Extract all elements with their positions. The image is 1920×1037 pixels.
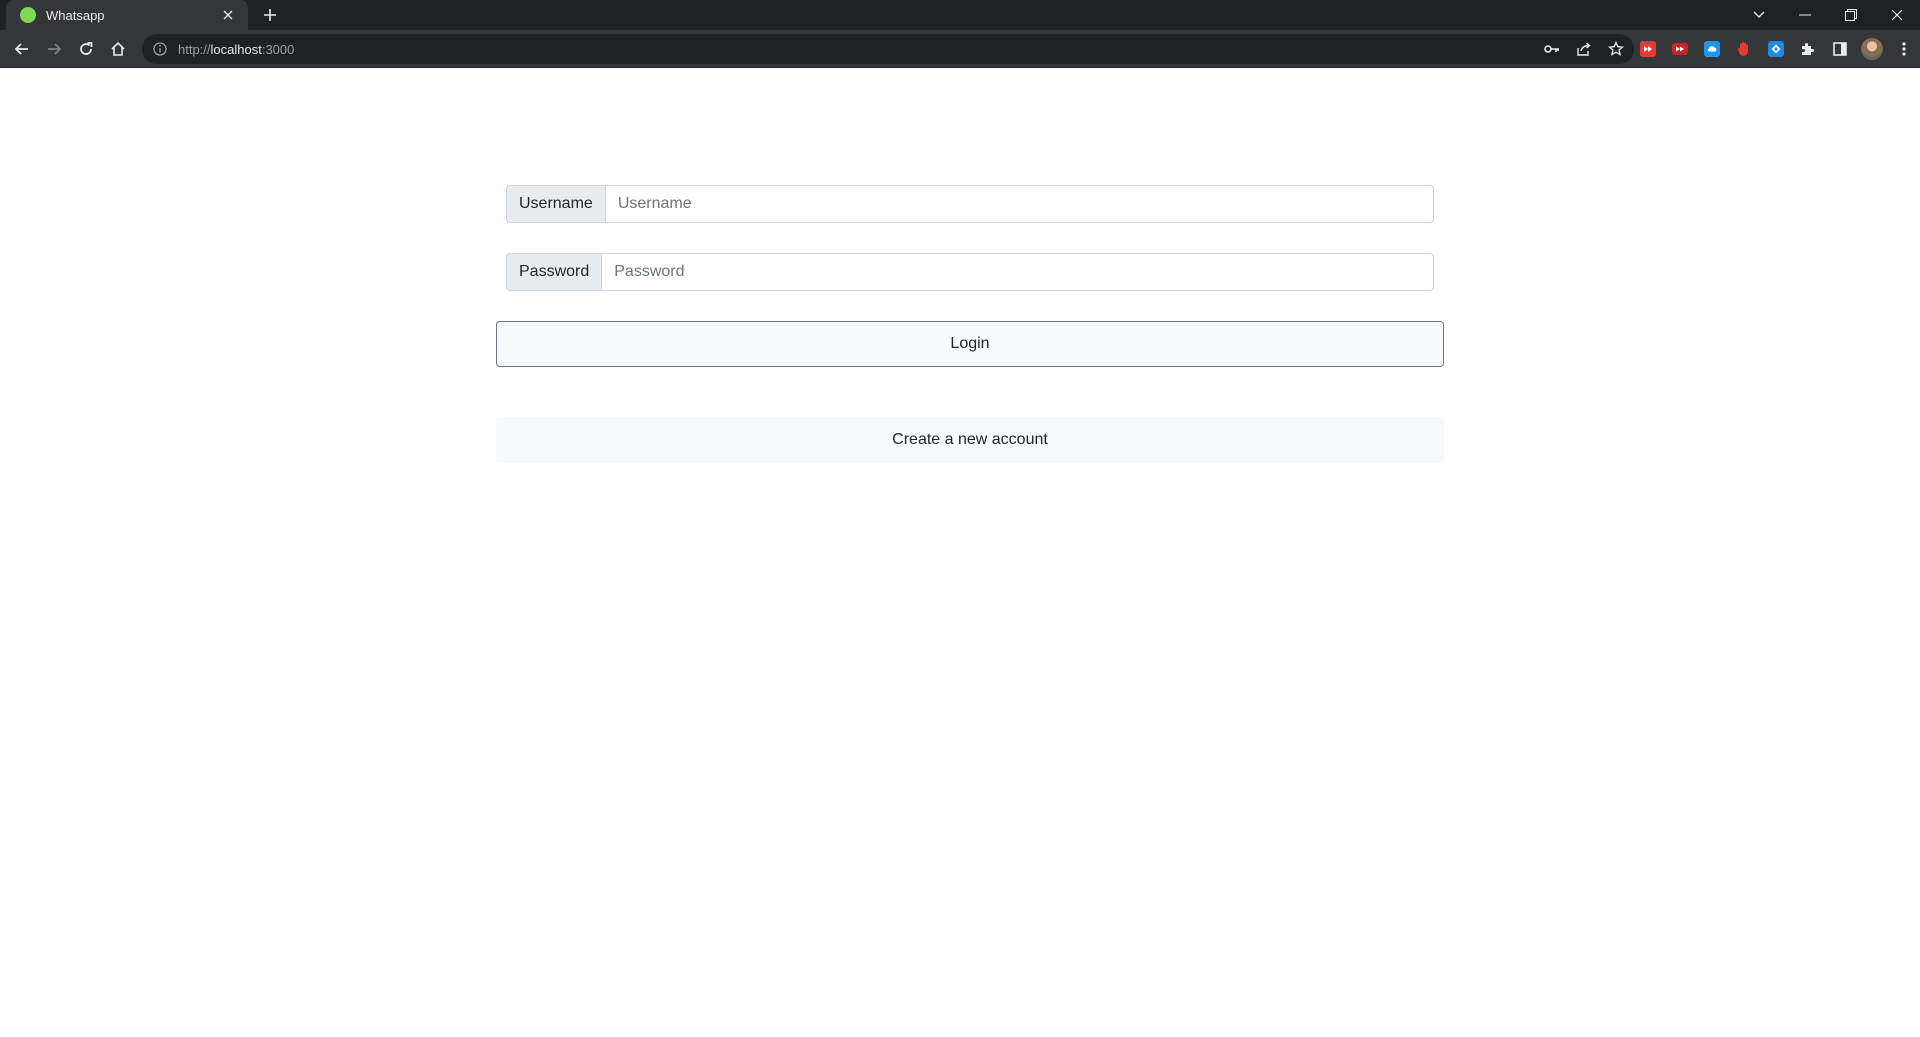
- reload-icon: [80, 42, 93, 55]
- password-label: Password: [506, 253, 602, 291]
- tab-favicon-icon: [20, 7, 36, 23]
- restore-button[interactable]: [1828, 0, 1874, 30]
- password-input[interactable]: [601, 253, 1434, 291]
- address-bar[interactable]: http://localhost:3000: [142, 34, 1634, 64]
- url-port: :3000: [261, 41, 295, 57]
- arrow-right-icon: [48, 43, 62, 55]
- browser-toolbar: http://localhost:3000: [0, 30, 1920, 68]
- home-icon: [111, 41, 125, 56]
- star-icon[interactable]: [1604, 37, 1628, 61]
- side-panel-icon: [1833, 42, 1847, 56]
- window-controls: [1736, 0, 1920, 30]
- forward-button[interactable]: [40, 35, 68, 63]
- username-input-group: Username: [506, 185, 1434, 223]
- reload-button[interactable]: [72, 35, 100, 63]
- browser-menu-button[interactable]: [1888, 35, 1920, 63]
- puzzle-icon: [1802, 43, 1814, 55]
- extensions-area: [1632, 35, 1920, 63]
- extensions-button[interactable]: [1792, 35, 1824, 63]
- restore-icon: [1845, 9, 1857, 21]
- page-content: Username Password Login Create a new acc…: [0, 68, 1920, 1037]
- extension-2-icon[interactable]: [1664, 35, 1696, 63]
- arrow-left-icon: [14, 43, 28, 55]
- close-icon: [1891, 9, 1903, 21]
- profile-button[interactable]: [1856, 35, 1888, 63]
- plus-icon: [264, 9, 276, 21]
- side-panel-button[interactable]: [1824, 35, 1856, 63]
- home-button[interactable]: [104, 35, 132, 63]
- share-icon[interactable]: [1572, 37, 1596, 61]
- info-icon[interactable]: [152, 41, 168, 57]
- close-tab-icon[interactable]: [220, 7, 236, 23]
- extension-1-icon[interactable]: [1632, 35, 1664, 63]
- password-input-group: Password: [506, 253, 1434, 291]
- username-label: Username: [506, 185, 605, 223]
- chevron-down-icon: [1753, 11, 1765, 18]
- close-window-button[interactable]: [1874, 0, 1920, 30]
- url-host: localhost: [210, 41, 262, 57]
- url-scheme: http://: [178, 41, 211, 57]
- minimize-button[interactable]: [1782, 0, 1828, 30]
- back-button[interactable]: [8, 35, 36, 63]
- extension-4-icon[interactable]: [1728, 35, 1760, 63]
- tab-search-button[interactable]: [1736, 0, 1782, 30]
- url-text: http://localhost:3000: [178, 42, 294, 57]
- browser-tabstrip: Whatsapp: [0, 0, 1920, 30]
- login-button[interactable]: Login: [496, 321, 1444, 367]
- kebab-menu-icon: [1902, 42, 1906, 56]
- minimize-icon: [1799, 14, 1811, 16]
- username-input[interactable]: [604, 185, 1434, 223]
- key-icon[interactable]: [1540, 37, 1564, 61]
- new-tab-button[interactable]: [258, 4, 282, 26]
- tab-title: Whatsapp: [46, 7, 105, 23]
- create-account-link[interactable]: Create a new account: [496, 417, 1444, 463]
- avatar: [1861, 38, 1883, 60]
- extension-5-icon[interactable]: [1760, 35, 1792, 63]
- browser-tab-active[interactable]: Whatsapp: [6, 0, 248, 30]
- extension-3-icon[interactable]: [1696, 35, 1728, 63]
- omnibox-actions: [1540, 37, 1628, 61]
